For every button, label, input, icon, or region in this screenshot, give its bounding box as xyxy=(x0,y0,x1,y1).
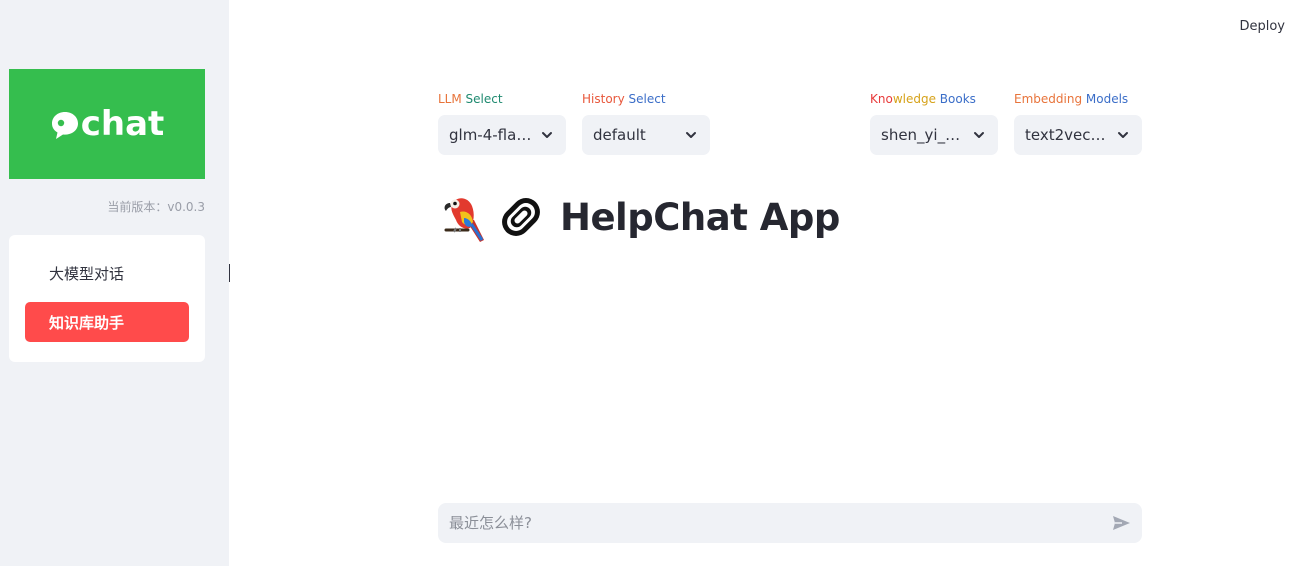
menu-item-llm-chat[interactable]: 大模型对话 xyxy=(25,253,189,293)
sidebar-menu: 大模型对话 知识库助手 xyxy=(9,235,205,362)
chevron-down-icon xyxy=(1118,132,1128,138)
knowledge-books-select[interactable]: shen_yi_book xyxy=(870,115,998,155)
menu-item-label: 知识库助手 xyxy=(49,313,125,332)
chevron-down-icon xyxy=(974,132,984,138)
embedding-models-select[interactable]: text2vec-base xyxy=(1014,115,1142,155)
knowledge-books-select-label: Knowledge Books xyxy=(870,91,998,107)
logo-text: chat xyxy=(80,104,165,144)
llm-select-label: LLM Select xyxy=(438,91,566,107)
label-word: Embedding xyxy=(1014,92,1086,106)
chevron-down-icon xyxy=(542,132,552,138)
label-word: Books xyxy=(939,92,976,106)
knowledge-books-select-group: Knowledge Books shen_yi_book xyxy=(870,91,998,155)
sidebar-resize-handle[interactable] xyxy=(229,264,230,282)
chain-link-icon xyxy=(502,198,540,236)
version-label: 当前版本：v0.0.3 xyxy=(107,200,205,214)
chat-logo: chat xyxy=(9,69,205,179)
sidebar: chat 当前版本：v0.0.3 大模型对话 知识库助手 xyxy=(0,0,229,566)
label-word: wledge xyxy=(892,92,940,106)
history-select-group: History Select default xyxy=(582,91,710,155)
history-select-label: History Select xyxy=(582,91,710,107)
llm-select-value: glm-4-flash xyxy=(449,126,532,144)
label-word: History xyxy=(582,92,629,106)
knowledge-books-select-value: shen_yi_book xyxy=(881,126,964,144)
llm-select[interactable]: glm-4-flash xyxy=(438,115,566,155)
embedding-models-select-group: Embedding Models text2vec-base xyxy=(1014,91,1142,155)
embedding-models-select-label: Embedding Models xyxy=(1014,91,1142,107)
history-select-value: default xyxy=(593,126,646,144)
parrot-icon xyxy=(444,198,484,242)
label-word: LLM xyxy=(438,92,466,106)
app-title: HelpChat App xyxy=(560,195,840,239)
send-icon[interactable] xyxy=(1110,512,1132,534)
label-word: Select xyxy=(628,92,666,106)
label-word: Models xyxy=(1085,92,1129,106)
chat-input[interactable] xyxy=(447,513,1110,533)
chat-input-bar xyxy=(438,503,1142,543)
menu-item-knowledge-assistant[interactable]: 知识库助手 xyxy=(25,302,189,342)
speech-bubble-icon xyxy=(51,112,78,139)
history-select[interactable]: default xyxy=(582,115,710,155)
page-title: HelpChat App xyxy=(440,188,840,246)
llm-select-group: LLM Select glm-4-flash xyxy=(438,91,566,155)
deploy-button[interactable]: Deploy xyxy=(1239,19,1285,34)
embedding-models-select-value: text2vec-base xyxy=(1025,126,1108,144)
menu-item-label: 大模型对话 xyxy=(49,264,125,283)
chevron-down-icon xyxy=(686,132,696,138)
label-word: Kno xyxy=(870,92,893,106)
label-word: Select xyxy=(465,92,503,106)
